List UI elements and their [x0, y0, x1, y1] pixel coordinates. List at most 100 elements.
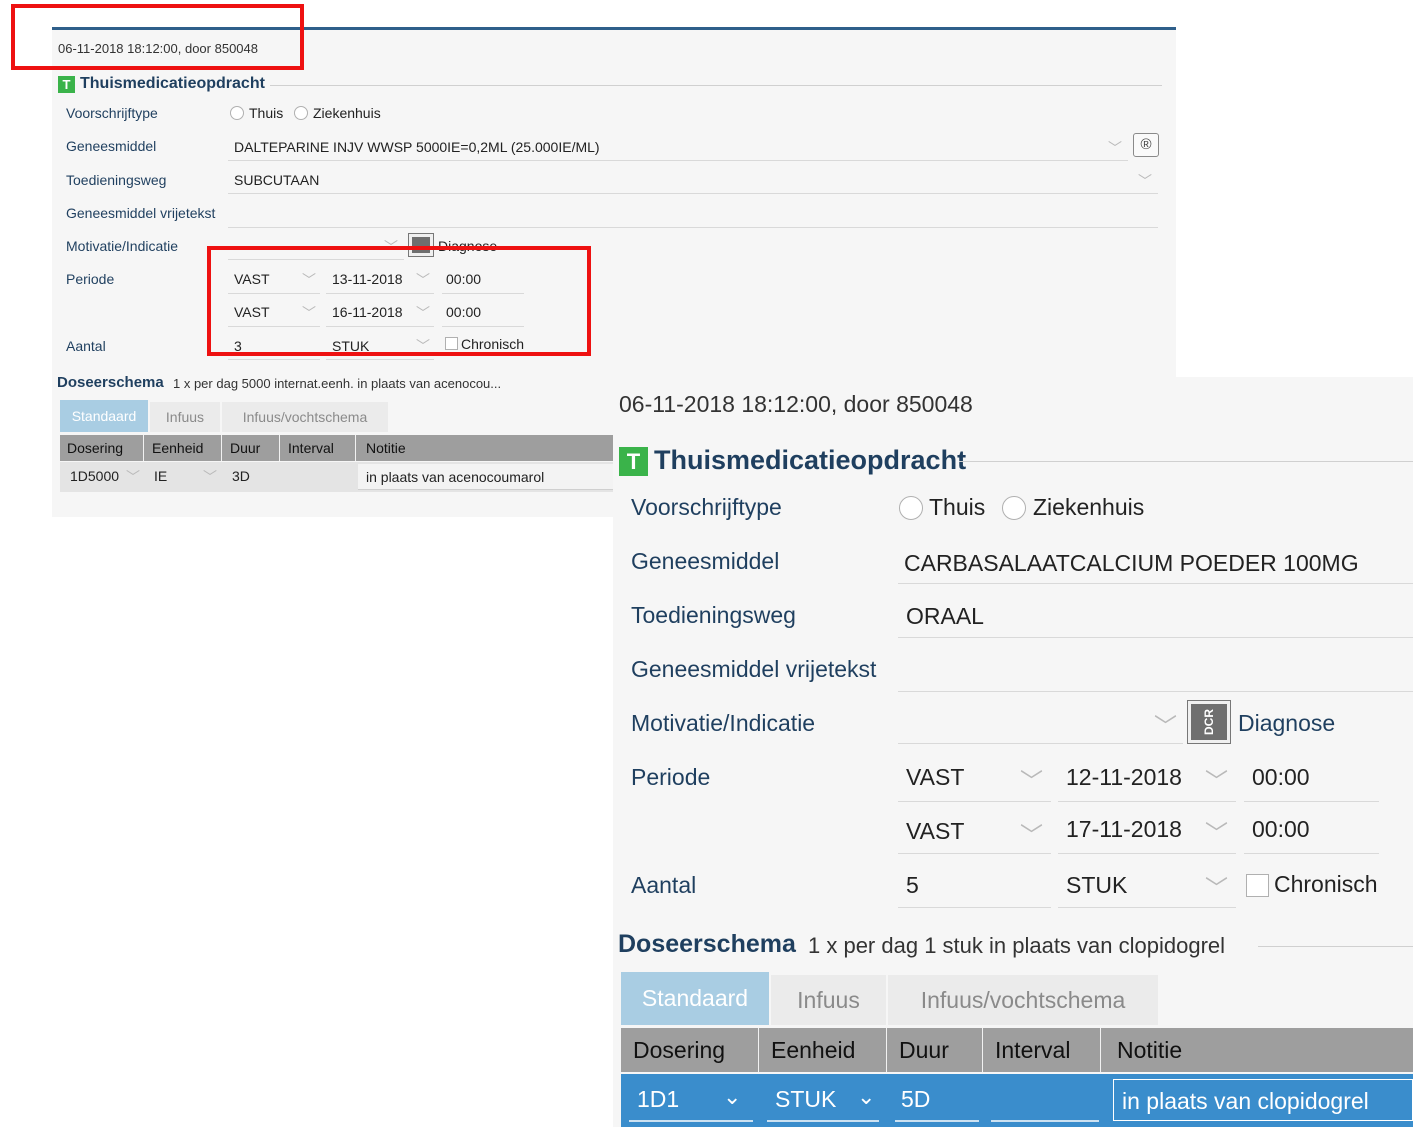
- front-form-panel: 06-11-2018 18:12:00, door 850048 T Thuis…: [613, 377, 1413, 1127]
- duur-underline: [895, 1120, 979, 1122]
- diagnose-label[interactable]: Diagnose: [438, 238, 497, 254]
- tab-infuus[interactable]: Infuus: [150, 402, 220, 432]
- periode-start-time[interactable]: 00:00: [442, 267, 524, 294]
- cell-duur[interactable]: 5D: [901, 1086, 930, 1113]
- diagnose-label[interactable]: Diagnose: [1238, 710, 1335, 737]
- vrijetekst-input[interactable]: [898, 651, 1413, 692]
- col-duur[interactable]: Duur: [887, 1028, 983, 1072]
- col-interval[interactable]: Interval: [983, 1028, 1101, 1072]
- dose-table-header: Dosering Eenheid Duur Interval Notitie: [60, 435, 620, 461]
- periode-end-type[interactable]: VAST ﹀: [228, 300, 320, 327]
- periode-start-date[interactable]: 12-11-2018 ﹀: [1058, 757, 1236, 802]
- chevron-down-icon: ﹀: [1108, 140, 1122, 156]
- eenheid-underline: [767, 1120, 879, 1122]
- cell-duur[interactable]: 3D: [232, 468, 250, 484]
- aantal-input[interactable]: 3: [228, 333, 320, 360]
- cell-notitie[interactable]: in plaats van acenocoumarol: [358, 464, 616, 490]
- cell-notitie[interactable]: in plaats van clopidogrel: [1113, 1079, 1413, 1121]
- label-vrijetekst: Geneesmiddel vrijetekst: [631, 656, 877, 682]
- tab-infuus[interactable]: Infuus: [771, 975, 886, 1025]
- chevron-down-icon: ﹀: [384, 239, 398, 255]
- chevron-down-icon: ﹀: [302, 305, 316, 321]
- geneesmiddel-select[interactable]: CARBASALAATCALCIUM POEDER 100MG: [898, 543, 1413, 584]
- toedieningsweg-select[interactable]: SUBCUTAAN ﹀: [228, 169, 1158, 194]
- dcr-icon[interactable]: [408, 233, 434, 257]
- vrijetekst-input[interactable]: [228, 203, 1158, 228]
- chevron-down-icon[interactable]: ⌄: [857, 1084, 875, 1110]
- dose-table-header: Dosering Eenheid Duur Interval Notitie: [621, 1028, 1413, 1072]
- chronisch-label: Chronisch: [461, 336, 525, 352]
- cell-dosering[interactable]: 1D5000: [70, 468, 119, 484]
- tab-standaard[interactable]: Standaard: [60, 400, 148, 432]
- col-dosering[interactable]: Dosering: [621, 1028, 759, 1072]
- tab-infuus-vochtschema[interactable]: Infuus/vochtschema: [222, 402, 388, 432]
- cell-eenheid[interactable]: IE: [154, 468, 167, 484]
- chevron-down-icon: ﹀: [1138, 173, 1152, 189]
- periode-end-time[interactable]: 00:00: [442, 300, 524, 327]
- cell-dosering[interactable]: 1D1: [637, 1086, 679, 1113]
- chronisch-checkbox[interactable]: [445, 337, 458, 350]
- tab-infuus-vochtschema[interactable]: Infuus/vochtschema: [888, 975, 1158, 1025]
- motivatie-select[interactable]: ﹀: [228, 235, 404, 260]
- doseerschema-summary: 1 x per dag 5000 internat.eenh. in plaat…: [173, 376, 502, 391]
- label-motivatie: Motivatie/Indicatie: [66, 238, 179, 254]
- periode-start-date[interactable]: 13-11-2018 ﹀: [326, 267, 434, 294]
- col-dosering[interactable]: Dosering: [60, 435, 144, 461]
- chevron-down-icon[interactable]: ⌄: [723, 1084, 741, 1110]
- label-geneesmiddel: Geneesmiddel: [66, 138, 157, 154]
- doseerschema-title: Doseerschema: [618, 930, 796, 958]
- geneesmiddel-value: DALTEPARINE INJV WWSP 5000IE=0,2ML (25.0…: [234, 139, 600, 155]
- radio-ziekenhuis[interactable]: [1002, 496, 1026, 520]
- radio-thuis[interactable]: [230, 106, 244, 120]
- chevron-down-icon: ﹀: [416, 272, 430, 288]
- cell-eenheid[interactable]: STUK: [775, 1086, 836, 1113]
- periode-start-type[interactable]: VAST ﹀: [898, 757, 1051, 802]
- eenheid-select[interactable]: STUK ﹀: [1058, 863, 1236, 908]
- geneesmiddel-value: CARBASALAATCALCIUM POEDER 100MG: [904, 550, 1359, 576]
- dcr-icon[interactable]: DCR: [1187, 700, 1231, 744]
- motivatie-select[interactable]: ﹀: [898, 703, 1183, 744]
- periode-end-time[interactable]: 00:00: [1244, 809, 1379, 854]
- periode-start-time[interactable]: 00:00: [1244, 757, 1379, 802]
- radio-ziekenhuis-label: Ziekenhuis: [313, 105, 381, 121]
- geneesmiddel-select[interactable]: DALTEPARINE INJV WWSP 5000IE=0,2ML (25.0…: [228, 136, 1128, 161]
- doseerschema-title: Doseerschema: [57, 374, 164, 391]
- registered-icon[interactable]: ®: [1133, 133, 1159, 157]
- eenheid-select[interactable]: STUK ﹀: [326, 333, 434, 360]
- col-notitie[interactable]: Notitie: [356, 435, 620, 461]
- col-duur[interactable]: Duur: [222, 435, 280, 461]
- label-voorschrijftype: Voorschrijftype: [631, 494, 782, 520]
- section-title: Thuismedicatieopdracht: [654, 445, 967, 475]
- col-eenheid[interactable]: Eenheid: [144, 435, 222, 461]
- label-periode: Periode: [66, 271, 115, 287]
- col-eenheid[interactable]: Eenheid: [759, 1028, 887, 1072]
- label-motivatie: Motivatie/Indicatie: [631, 710, 816, 736]
- radio-ziekenhuis[interactable]: [294, 106, 308, 120]
- label-periode: Periode: [631, 764, 711, 790]
- periode-end-date[interactable]: 17-11-2018 ﹀: [1058, 809, 1236, 854]
- section-t-icon: T: [619, 447, 648, 476]
- chevron-down-icon: ﹀: [302, 272, 316, 288]
- tab-standaard[interactable]: Standaard: [621, 972, 769, 1025]
- chevron-down-icon: ﹀: [1154, 713, 1177, 739]
- col-notitie[interactable]: Notitie: [1101, 1028, 1413, 1072]
- radio-ziekenhuis-label: Ziekenhuis: [1033, 494, 1145, 520]
- label-aantal: Aantal: [66, 338, 106, 354]
- periode-start-type[interactable]: VAST ﹀: [228, 267, 320, 294]
- chronisch-checkbox[interactable]: [1246, 874, 1269, 897]
- periode-end-type[interactable]: VAST ﹀: [898, 809, 1051, 854]
- chronisch-label: Chronisch: [1274, 871, 1378, 897]
- toedieningsweg-select[interactable]: ORAAL: [898, 597, 1413, 638]
- periode-end-date[interactable]: 16-11-2018 ﹀: [326, 300, 434, 327]
- chevron-down-icon: ﹀: [1205, 875, 1228, 901]
- radio-thuis[interactable]: [899, 496, 923, 520]
- label-toedieningsweg: Toedieningsweg: [66, 172, 167, 188]
- table-row[interactable]: 1D5000 ﹀ IE ﹀ 3D in plaats van acenocoum…: [60, 462, 620, 492]
- radio-thuis-label: Thuis: [929, 494, 986, 520]
- chevron-down-icon: ﹀: [1020, 768, 1043, 794]
- section-divider: [270, 85, 1162, 86]
- section-divider: [959, 461, 1413, 462]
- col-interval[interactable]: Interval: [280, 435, 356, 461]
- aantal-input[interactable]: 5: [898, 863, 1051, 908]
- table-row[interactable]: 1D1 ⌄ STUK ⌄ 5D in plaats van clopidogre…: [621, 1074, 1413, 1127]
